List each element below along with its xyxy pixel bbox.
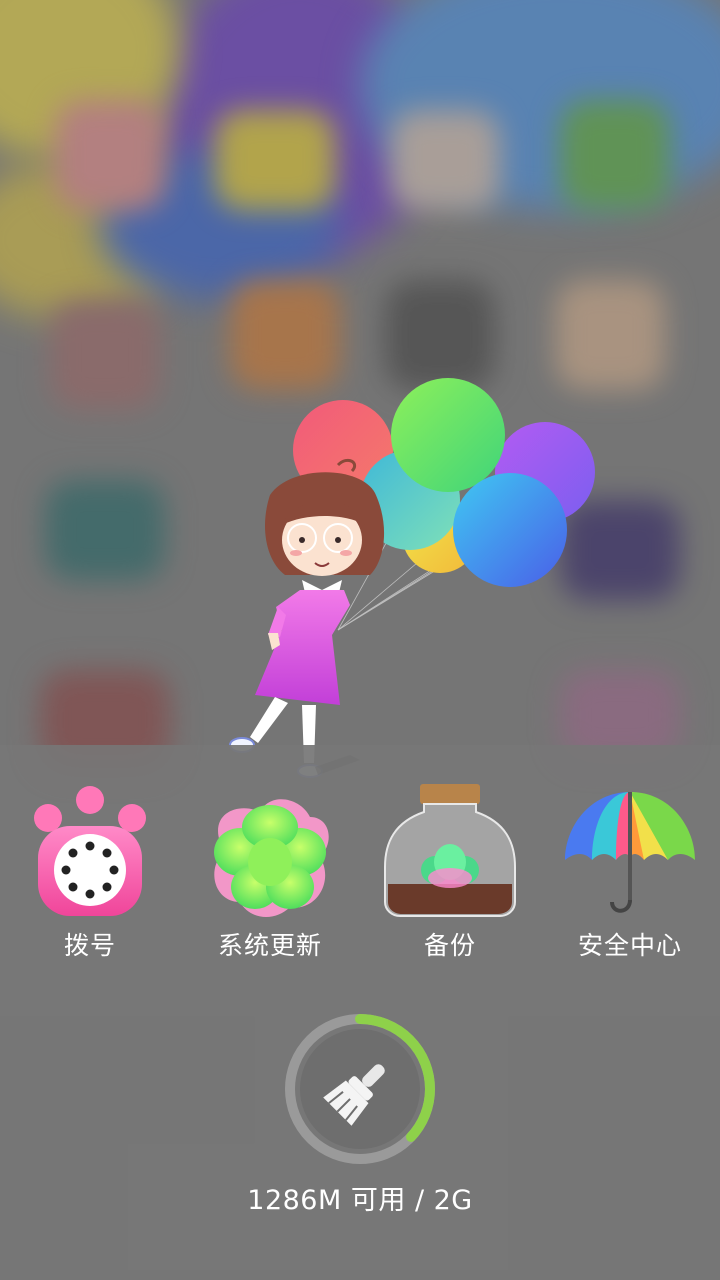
girl-with-balloons-illustration [229,378,595,778]
app-security-center[interactable]: 安全中心 [540,782,720,962]
app-label: 拨号 [63,931,116,960]
memory-cleaner-button[interactable] [284,1013,436,1165]
app-dialer[interactable]: 拨号 [0,782,180,962]
memory-status-text: 1286M 可用 / 2G [247,1185,473,1216]
app-label: 备份 [423,931,476,960]
app-label: 系统更新 [217,931,322,960]
umbrella-icon [565,792,695,913]
succulent-icon [214,799,329,918]
app-backup[interactable]: 备份 [360,782,540,962]
terrarium-jar-icon [384,784,516,917]
telephone-paw-icon [34,786,146,916]
app-system-update[interactable]: 系统更新 [180,782,360,962]
app-label: 安全中心 [577,931,682,960]
